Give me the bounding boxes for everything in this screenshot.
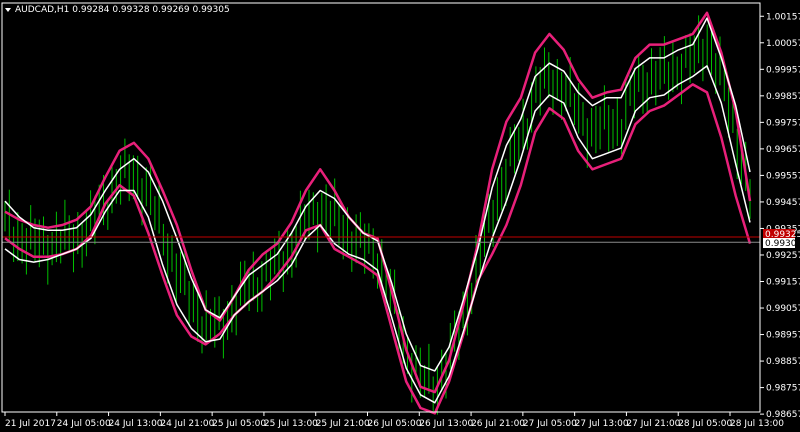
x-tick-label: 26 Jul 05:00 bbox=[368, 419, 422, 429]
x-tick-label: 28 Jul 13:00 bbox=[730, 419, 784, 429]
y-tick-label: 0.98757 bbox=[766, 384, 800, 394]
x-tick-label: 28 Jul 05:00 bbox=[678, 419, 732, 429]
y-tick-label: 0.99857 bbox=[766, 92, 800, 102]
bid-badge-value: 0.99305 bbox=[765, 239, 800, 249]
x-tick-label: 25 Jul 21:00 bbox=[316, 419, 370, 429]
bid-price-badge: 0.99305 bbox=[763, 238, 800, 249]
chart-background bbox=[0, 0, 800, 432]
x-tick-label: 24 Jul 21:00 bbox=[160, 419, 214, 429]
y-tick-label: 0.99957 bbox=[766, 65, 800, 75]
x-tick-label: 24 Jul 13:00 bbox=[109, 419, 163, 429]
y-tick-label: 0.98957 bbox=[766, 331, 800, 341]
x-tick-label: 25 Jul 13:00 bbox=[264, 419, 318, 429]
y-tick-label: 0.99657 bbox=[766, 145, 800, 155]
y-tick-label: 1.00157 bbox=[766, 12, 800, 22]
y-tick-label: 0.98857 bbox=[766, 357, 800, 367]
symbol-header-text: AUDCAD,H1 0.99284 0.99328 0.99269 0.9930… bbox=[15, 5, 230, 15]
price-chart[interactable]: 1.00157 1.00057 0.99957 0.99857 0.99757 0.996… bbox=[0, 0, 800, 432]
y-tick-label: 0.99757 bbox=[766, 118, 800, 128]
y-tick-label: 0.99157 bbox=[766, 278, 800, 288]
x-tick-label: 27 Jul 13:00 bbox=[575, 419, 629, 429]
x-tick-label: 26 Jul 21:00 bbox=[471, 419, 525, 429]
x-tick-label: 26 Jul 13:00 bbox=[419, 419, 473, 429]
y-tick-label: 0.99557 bbox=[766, 171, 800, 181]
chart-header: AUDCAD,H1 0.99284 0.99328 0.99269 0.9930… bbox=[5, 5, 230, 15]
x-tick-label: 27 Jul 05:00 bbox=[523, 419, 577, 429]
y-tick-label: 0.99457 bbox=[766, 198, 800, 208]
y-tick-label: 0.99257 bbox=[766, 251, 800, 261]
x-tick-label: 27 Jul 21:00 bbox=[626, 419, 680, 429]
x-tick-label: 24 Jul 05:00 bbox=[57, 419, 111, 429]
y-tick-label: 1.00057 bbox=[766, 39, 800, 49]
x-tick-label: 21 Jul 2017 bbox=[5, 419, 56, 429]
y-tick-label: 0.99057 bbox=[766, 304, 800, 314]
x-tick-label: 25 Jul 05:00 bbox=[212, 419, 266, 429]
